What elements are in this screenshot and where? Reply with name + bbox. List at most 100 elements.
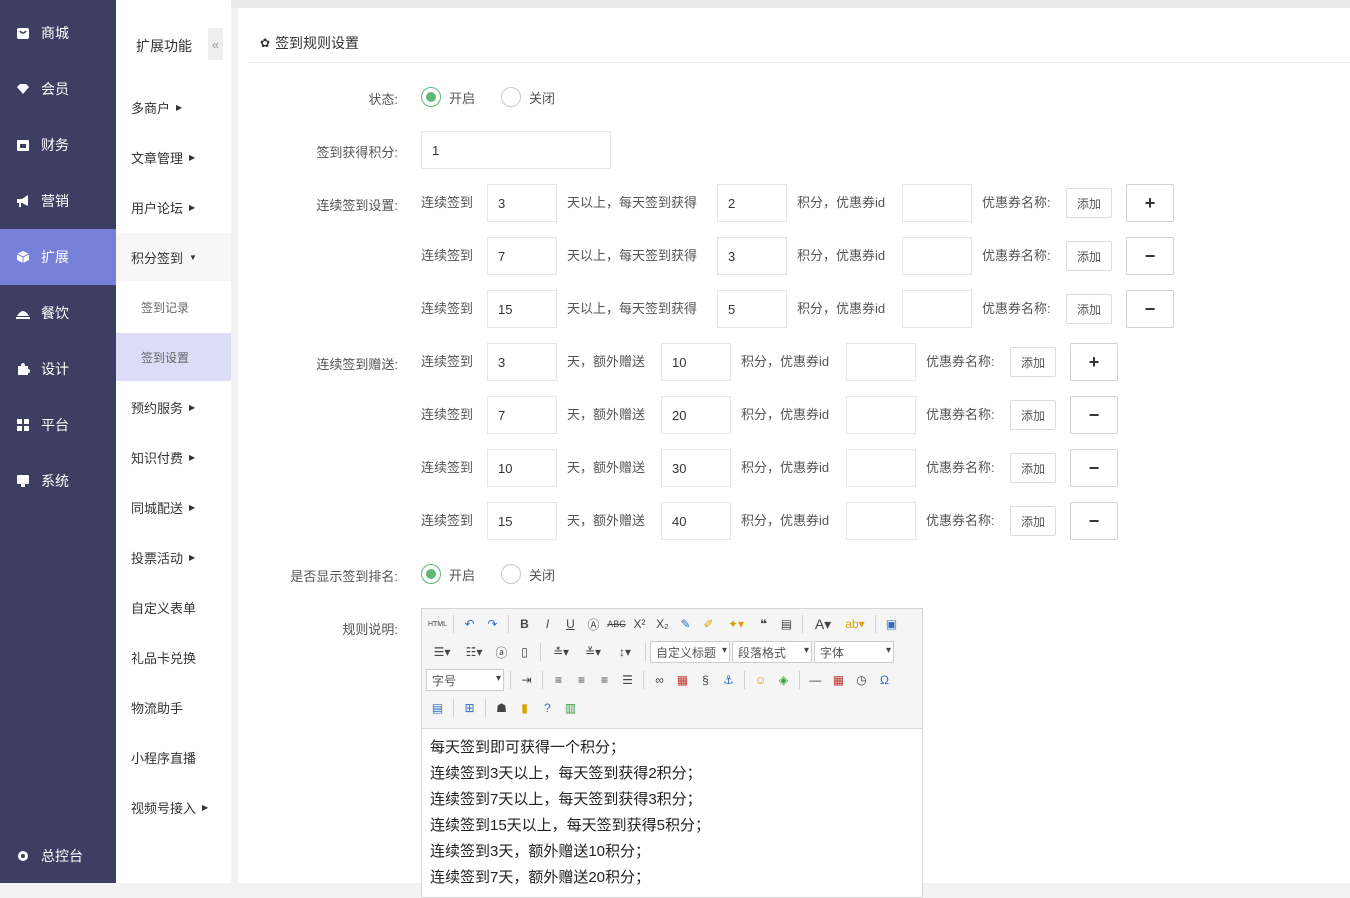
sidebar-item-live[interactable]: 小程序直播: [116, 733, 231, 781]
rich-text-editor[interactable]: HTML ↶ ↷ B I U Ⓐ ABC X² X₂ ✎ ✐ ✦▾ ❝ ▤ A▾…: [421, 608, 923, 898]
sidebar-item-multi-merchant[interactable]: 多商户 ▶: [116, 83, 231, 131]
minus-button[interactable]: −: [1126, 237, 1174, 275]
sidebar-item-signin-records[interactable]: 签到记录: [116, 283, 231, 331]
redo-icon[interactable]: ↷: [481, 613, 504, 635]
align-right-icon[interactable]: ≡: [593, 669, 616, 691]
sidebar-item-channels[interactable]: 视频号接入 ▶: [116, 783, 231, 831]
add-coupon-button[interactable]: 添加: [1066, 188, 1112, 218]
paste-plain-icon[interactable]: ▤: [775, 613, 798, 635]
sidebar-item-points-signin[interactable]: 积分签到 ▼: [116, 233, 231, 281]
blockquote-icon[interactable]: ❝: [752, 613, 775, 635]
superscript-icon[interactable]: X²: [628, 613, 651, 635]
nav-item-finance[interactable]: 财务: [0, 117, 116, 173]
image-icon[interactable]: ▦: [671, 669, 694, 691]
sidebar-item-gift-card[interactable]: 礼品卡兑换: [116, 633, 231, 681]
minus-button[interactable]: −: [1070, 502, 1118, 540]
unlink-icon[interactable]: §: [694, 669, 717, 691]
rank-off-radio[interactable]: [501, 564, 522, 584]
extra-points-input[interactable]: 10: [661, 343, 731, 381]
nav-item-catering[interactable]: 餐饮: [0, 285, 116, 341]
word-image-icon[interactable]: ▥: [559, 697, 582, 719]
preview-icon[interactable]: ▣: [880, 613, 903, 635]
special-chars-icon[interactable]: Ω: [873, 669, 896, 691]
sidebar-item-knowledge[interactable]: 知识付费 ▶: [116, 433, 231, 481]
paragraph-select[interactable]: 段落格式: [732, 641, 812, 663]
table-icon[interactable]: ⊞: [458, 697, 481, 719]
coupon-id-input[interactable]: [902, 290, 972, 328]
coupon-id-input[interactable]: [846, 396, 916, 434]
map-icon[interactable]: ◈: [772, 669, 795, 691]
eraser-icon[interactable]: ✎: [674, 613, 697, 635]
align-left-icon[interactable]: ≡: [547, 669, 570, 691]
days-input[interactable]: 7: [487, 237, 557, 275]
font-size-select[interactable]: 字号: [426, 669, 504, 691]
add-coupon-button[interactable]: 添加: [1010, 506, 1056, 536]
points-per-day-input[interactable]: 3: [717, 237, 787, 275]
paste-icon[interactable]: ▯: [513, 641, 536, 663]
plus-button[interactable]: +: [1070, 343, 1118, 381]
italic-icon[interactable]: I: [536, 613, 559, 635]
underline-icon[interactable]: U: [559, 613, 582, 635]
time-icon[interactable]: ◷: [850, 669, 873, 691]
status-on-radio[interactable]: [421, 87, 441, 107]
row-spacing-top-icon[interactable]: ≛▾: [545, 641, 577, 663]
sidebar-item-articles[interactable]: 文章管理 ▶: [116, 133, 231, 181]
font-border-icon[interactable]: Ⓐ: [582, 613, 605, 635]
nav-item-member[interactable]: 会员: [0, 61, 116, 117]
extra-points-input[interactable]: 20: [661, 396, 731, 434]
template-icon[interactable]: ▤: [426, 697, 449, 719]
link-icon[interactable]: ∞: [648, 669, 671, 691]
highlight-icon[interactable]: ab▾: [839, 613, 871, 635]
strikethrough-icon[interactable]: ABC: [605, 613, 628, 635]
days-input[interactable]: 15: [487, 502, 557, 540]
days-input[interactable]: 3: [487, 343, 557, 381]
coupon-id-input[interactable]: [846, 502, 916, 540]
subscript-icon[interactable]: X₂: [651, 613, 674, 635]
emoticon-icon[interactable]: ☺: [749, 669, 772, 691]
plus-button[interactable]: +: [1126, 184, 1174, 222]
magic-wand-icon[interactable]: ✦▾: [720, 613, 752, 635]
html-source-icon[interactable]: HTML: [426, 613, 449, 635]
nav-item-shop[interactable]: 商城: [0, 5, 116, 61]
extra-points-input[interactable]: 40: [661, 502, 731, 540]
add-coupon-button[interactable]: 添加: [1010, 400, 1056, 430]
nav-item-system[interactable]: 系统: [0, 453, 116, 509]
font-color-icon[interactable]: A▾: [807, 613, 839, 635]
align-center-icon[interactable]: ≡: [570, 669, 593, 691]
sidebar-item-signin-settings[interactable]: 签到设置: [116, 333, 231, 381]
sidebar-item-logistics[interactable]: 物流助手: [116, 683, 231, 731]
points-per-day-input[interactable]: 5: [717, 290, 787, 328]
minus-button[interactable]: −: [1126, 290, 1174, 328]
font-family-select[interactable]: 字体: [814, 641, 894, 663]
add-coupon-button[interactable]: 添加: [1010, 347, 1056, 377]
days-input[interactable]: 15: [487, 290, 557, 328]
sidebar-item-voting[interactable]: 投票活动 ▶: [116, 533, 231, 581]
status-off-radio[interactable]: [501, 87, 522, 107]
editor-content[interactable]: 每天签到即可获得一个积分； 连续签到3天以上，每天签到获得2积分； 连续签到7天…: [430, 735, 710, 891]
nav-item-marketing[interactable]: 营销: [0, 173, 116, 229]
sidebar-item-delivery[interactable]: 同城配送 ▶: [116, 483, 231, 531]
nav-item-dashboard[interactable]: 总控台: [0, 828, 116, 884]
days-input[interactable]: 10: [487, 449, 557, 487]
print-icon[interactable]: ▮: [513, 697, 536, 719]
extra-points-input[interactable]: 30: [661, 449, 731, 487]
collapse-button[interactable]: «: [208, 28, 223, 60]
coupon-id-input[interactable]: [846, 343, 916, 381]
minus-button[interactable]: −: [1070, 396, 1118, 434]
nav-item-platform[interactable]: 平台: [0, 397, 116, 453]
add-coupon-button[interactable]: 添加: [1010, 453, 1056, 483]
row-spacing-bottom-icon[interactable]: ≚▾: [577, 641, 609, 663]
anchor-icon[interactable]: ⚓: [717, 669, 740, 691]
points-per-day-input[interactable]: 2: [717, 184, 787, 222]
sidebar-item-custom-form[interactable]: 自定义表单: [116, 583, 231, 631]
format-brush-icon[interactable]: ✐: [697, 613, 720, 635]
undo-icon[interactable]: ↶: [458, 613, 481, 635]
nav-item-extension[interactable]: 扩展: [0, 229, 116, 285]
add-coupon-button[interactable]: 添加: [1066, 294, 1112, 324]
search-replace-icon[interactable]: ☗: [490, 697, 513, 719]
date-icon[interactable]: ▦: [827, 669, 850, 691]
ordered-list-icon[interactable]: ☰▾: [426, 641, 458, 663]
coupon-id-input[interactable]: [846, 449, 916, 487]
help-icon[interactable]: ?: [536, 697, 559, 719]
add-coupon-button[interactable]: 添加: [1066, 241, 1112, 271]
